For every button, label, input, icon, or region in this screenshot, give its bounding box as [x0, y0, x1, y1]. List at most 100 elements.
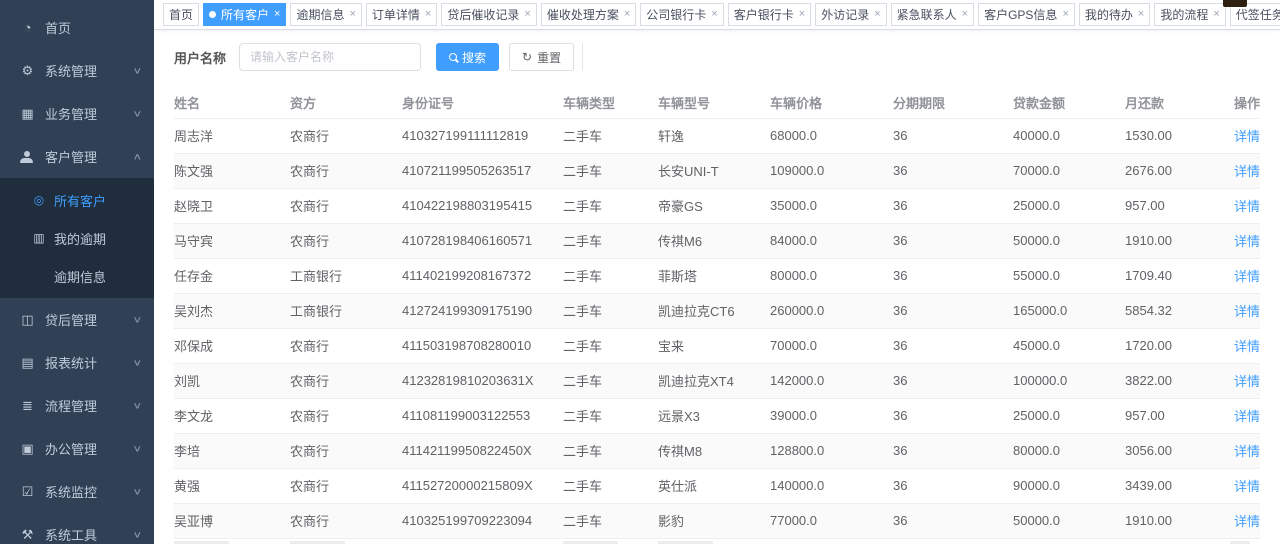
- detail-link[interactable]: 详情: [1234, 129, 1260, 144]
- tabs-bar: 首页所有客户×逾期信息×订单详情×贷后催收记录×催收处理方案×公司银行卡×客户银…: [154, 0, 1280, 30]
- detail-link[interactable]: 详情: [1234, 374, 1260, 389]
- chevron-down-icon: ∨: [133, 400, 143, 411]
- close-icon[interactable]: ×: [874, 9, 880, 20]
- sidebar-item[interactable]: 客户管理∧: [0, 135, 154, 178]
- tab[interactable]: 贷后催收记录×: [441, 3, 536, 26]
- sidebar-subitem[interactable]: 逾期信息: [0, 257, 154, 295]
- chevron-down-icon: ∨: [133, 486, 143, 497]
- sidebar-item[interactable]: ◔首页: [0, 6, 154, 49]
- detail-link[interactable]: 详情: [1234, 304, 1260, 319]
- cell: 411081199003122553: [402, 398, 563, 433]
- sidebar-item[interactable]: ≣流程管理∨: [0, 384, 154, 427]
- cell: 农商行: [290, 503, 402, 538]
- tab[interactable]: 我的待办×: [1079, 3, 1150, 26]
- cell: 957.00: [1125, 188, 1230, 223]
- detail-link[interactable]: 详情: [1234, 479, 1260, 494]
- table-row: 周志洋农商行410327199111112819二手车轩逸68000.03640…: [174, 118, 1260, 153]
- sidebar-item-label: 贷后管理: [45, 310, 97, 329]
- search-input[interactable]: [239, 43, 421, 71]
- sidebar-item-label: 报表统计: [45, 353, 97, 372]
- columns-icon: ◫: [20, 313, 35, 326]
- grid-icon: ▦: [20, 107, 35, 120]
- cell: 远景X3: [658, 398, 770, 433]
- sidebar-item[interactable]: ◫贷后管理∨: [0, 298, 154, 341]
- cell: 周志洋: [174, 118, 290, 153]
- cell: 109000.0: [770, 153, 893, 188]
- detail-link[interactable]: 详情: [1234, 269, 1260, 284]
- cell: 农商行: [290, 223, 402, 258]
- tab[interactable]: 订单详情×: [366, 3, 437, 26]
- sidebar-item[interactable]: ▦业务管理∨: [0, 92, 154, 135]
- sidebar-item-label: 流程管理: [45, 396, 97, 415]
- close-icon[interactable]: ×: [1138, 9, 1144, 20]
- submenu: ◎所有客户▥我的逾期逾期信息: [0, 178, 154, 298]
- tab[interactable]: 客户GPS信息×: [978, 3, 1075, 26]
- close-icon[interactable]: ×: [799, 9, 805, 20]
- close-icon[interactable]: ×: [962, 9, 968, 20]
- close-icon[interactable]: ×: [349, 9, 355, 20]
- close-icon[interactable]: ×: [711, 9, 717, 20]
- chevron-down-icon: ∨: [133, 443, 143, 454]
- cell-actions: 详情: [1230, 153, 1260, 188]
- reset-button[interactable]: ↻ 重置: [509, 43, 574, 71]
- sidebar-subitem[interactable]: ▥我的逾期: [0, 219, 154, 257]
- sidebar-subitem-label: 逾期信息: [54, 267, 106, 286]
- close-icon[interactable]: ×: [1062, 9, 1068, 20]
- sidebar-item-label: 办公管理: [45, 439, 97, 458]
- cell: 吴亚博: [174, 503, 290, 538]
- close-icon[interactable]: ×: [425, 9, 431, 20]
- main-area: 首页所有客户×逾期信息×订单详情×贷后催收记录×催收处理方案×公司银行卡×客户银…: [154, 0, 1280, 544]
- sidebar-item-label: 系统工具: [45, 525, 97, 544]
- detail-link[interactable]: 详情: [1234, 164, 1260, 179]
- tab[interactable]: 催收处理方案×: [541, 3, 636, 26]
- detail-link[interactable]: 详情: [1234, 409, 1260, 424]
- sidebar-item[interactable]: ⚙系统管理∨: [0, 49, 154, 92]
- sidebar-item[interactable]: ▣办公管理∨: [0, 427, 154, 470]
- tab[interactable]: 所有客户×: [203, 3, 286, 26]
- tab[interactable]: 公司银行卡×: [640, 3, 723, 26]
- cell: 工商银行: [290, 293, 402, 328]
- cell: 142000.0: [770, 363, 893, 398]
- detail-link[interactable]: 详情: [1234, 444, 1260, 459]
- sidebar-item[interactable]: ▤报表统计∨: [0, 341, 154, 384]
- column-header: 月还款: [1125, 88, 1230, 118]
- cell-actions: 详情: [1230, 293, 1260, 328]
- sidebar-item[interactable]: ⚒系统工具∨: [0, 513, 154, 544]
- tab[interactable]: 客户银行卡×: [728, 3, 811, 26]
- cell: 3439.00: [1125, 468, 1230, 503]
- close-icon[interactable]: ×: [624, 9, 630, 20]
- cell: 36: [893, 223, 1013, 258]
- detail-link[interactable]: 详情: [1234, 339, 1260, 354]
- cell-actions: 详情: [1230, 398, 1260, 433]
- sidebar-item-label: 首页: [45, 18, 71, 37]
- detail-link[interactable]: 详情: [1234, 234, 1260, 249]
- cell: 77000.0: [770, 503, 893, 538]
- cell: 35000.0: [770, 188, 893, 223]
- cell: 25000.0: [1013, 188, 1125, 223]
- tab[interactable]: 紧急联系人×: [891, 3, 974, 26]
- tab[interactable]: 首页: [163, 3, 199, 26]
- cell: [1013, 538, 1125, 544]
- cell: 36: [893, 293, 1013, 328]
- sidebar-subitem-label: 所有客户: [54, 191, 106, 210]
- cell: 赵晓卫: [174, 188, 290, 223]
- detail-link[interactable]: 详情: [1234, 514, 1260, 529]
- sidebar-item[interactable]: ☑系统监控∨: [0, 470, 154, 513]
- cell: 农商行: [290, 363, 402, 398]
- search-button[interactable]: 搜索: [436, 43, 499, 71]
- close-icon[interactable]: ×: [524, 9, 530, 20]
- close-icon[interactable]: ×: [1213, 9, 1219, 20]
- cell: 260000.0: [770, 293, 893, 328]
- tab[interactable]: 我的流程×: [1154, 3, 1225, 26]
- cell: 410325199709223094: [402, 503, 563, 538]
- cell: 50000.0: [1013, 223, 1125, 258]
- sidebar-subitem[interactable]: ◎所有客户: [0, 181, 154, 219]
- cell: 农商行: [290, 433, 402, 468]
- cell: 陈文强: [174, 153, 290, 188]
- cell: 二手车: [563, 293, 658, 328]
- close-icon[interactable]: ×: [274, 9, 280, 20]
- tab[interactable]: 逾期信息×: [290, 3, 361, 26]
- chevron-down-icon: ∨: [133, 108, 143, 119]
- tab[interactable]: 外访记录×: [815, 3, 886, 26]
- detail-link[interactable]: 详情: [1234, 199, 1260, 214]
